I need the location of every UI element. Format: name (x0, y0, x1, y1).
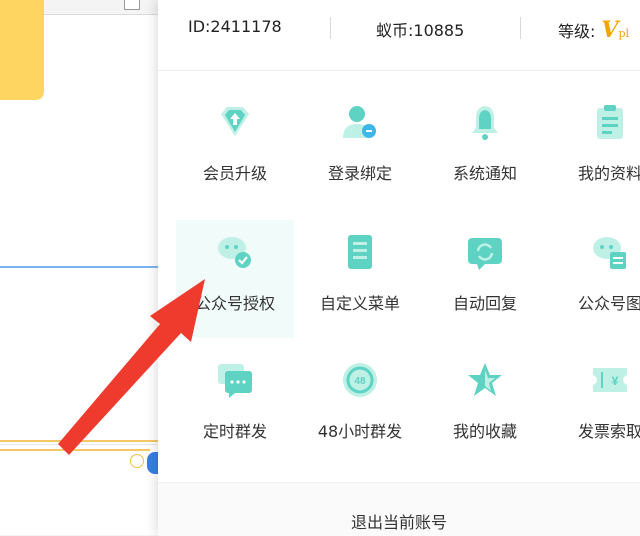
menu-item-invoice-request[interactable]: ¥ 发票索取 (551, 348, 640, 466)
vip-badge-icon: Vpl (601, 17, 629, 43)
48h-icon: 48 (343, 363, 377, 397)
background-divider-blue (0, 266, 160, 268)
diamond-upgrade-icon (221, 107, 249, 136)
coin-balance: 蚁币:10885 (376, 21, 465, 40)
invoice-ticket-icon: ¥ (593, 368, 627, 392)
level-label: 等级: (558, 22, 596, 41)
star-icon (468, 363, 502, 396)
clipboard-icon (597, 105, 623, 139)
background-divider-gold (0, 440, 160, 442)
svg-text:48: 48 (354, 376, 366, 387)
menu-item-my-profile[interactable]: 我的资料 (551, 90, 640, 208)
menu-item-custom-menu[interactable]: 自定义菜单 (301, 220, 419, 338)
vip-badge-letter: V (601, 17, 619, 43)
background-radio (130, 454, 144, 468)
scheduled-broadcast-icon (218, 364, 252, 398)
account-menu-panel: ID:2411178 蚁币:10885 等级: Vpl 会员升级 登录绑定 系统… (158, 0, 640, 536)
bell-icon (472, 106, 498, 140)
menu-item-my-favorites[interactable]: 我的收藏 (426, 348, 544, 466)
menu-item-login-binding[interactable]: 登录绑定 (301, 90, 419, 208)
info-separator (520, 17, 521, 39)
menu-item-system-notice[interactable]: 系统通知 (426, 90, 544, 208)
menu-item-label: 发票索取 (577, 422, 640, 441)
menu-item-vip-upgrade[interactable]: 会员升级 (176, 90, 294, 208)
user-bind-icon (343, 106, 376, 138)
background-page (0, 0, 160, 535)
logout-area: 退出当前账号 (158, 482, 640, 536)
info-separator (330, 17, 331, 39)
menu-item-auto-reply[interactable]: 自动回复 (426, 220, 544, 338)
background-yellow-card (0, 0, 44, 100)
logout-button[interactable]: 退出当前账号 (158, 509, 640, 533)
background-divider-gold-2 (0, 449, 150, 451)
wechat-auth-icon (218, 237, 251, 268)
background-window-button (124, 0, 140, 10)
menu-item-wechat-material[interactable]: 公众号图 (551, 220, 640, 338)
menu-item-scheduled-broadcast[interactable]: 定时群发 (176, 348, 294, 466)
background-divider-gray (0, 444, 160, 445)
menu-item-wechat-authorization[interactable]: 公众号授权 (176, 220, 294, 338)
member-level[interactable]: 等级: Vpl (558, 17, 629, 43)
menu-item-label: 我的资料 (577, 164, 640, 183)
menu-grid: 会员升级 登录绑定 系统通知 我的资料 公众号授权 自定义菜单 自动回复 公众号… (158, 90, 640, 470)
wechat-doc-icon (593, 237, 626, 269)
menu-item-48h-broadcast[interactable]: 48 48小时群发 (301, 348, 419, 466)
account-id: ID:2411178 (188, 17, 282, 36)
list-menu-icon (348, 235, 372, 269)
account-info-bar: ID:2411178 蚁币:10885 等级: Vpl (158, 0, 640, 71)
svg-text:¥: ¥ (612, 374, 619, 388)
menu-item-label: 公众号图 (577, 294, 640, 313)
auto-reply-icon (468, 238, 502, 270)
vip-badge-suffix: pl (618, 27, 630, 40)
